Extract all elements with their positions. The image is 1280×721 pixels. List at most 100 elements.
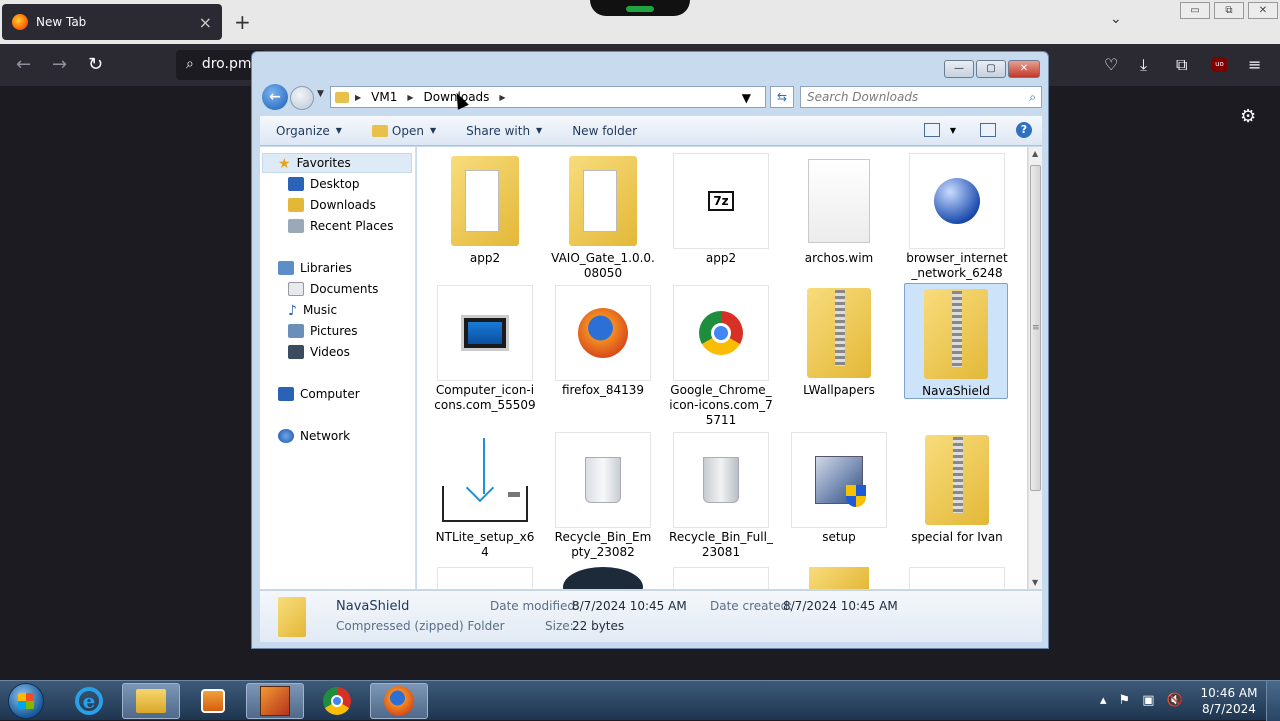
file-item[interactable]: app2 [433, 153, 537, 266]
explorer-maximize-button[interactable]: ▢ [976, 60, 1006, 78]
new-folder-button[interactable]: New folder [572, 124, 637, 138]
list-all-tabs-icon[interactable]: ⌄ [1110, 11, 1122, 27]
explorer-close-button[interactable]: ✕ [1008, 60, 1040, 78]
nav-desktop[interactable]: Desktop [288, 174, 360, 194]
file-item[interactable]: VAIO_Gate_1.0.0.08050 [551, 153, 655, 281]
taskbar-media-player[interactable] [184, 683, 242, 719]
nav-videos[interactable]: Videos [288, 342, 350, 362]
file-item[interactable]: Google_Chrome_icon-icons.com_75711 [669, 285, 773, 428]
tab-close-icon[interactable]: × [199, 13, 212, 32]
recent-pages-dropdown-icon[interactable]: ▼ [317, 89, 324, 99]
preview-pane-icon[interactable] [980, 123, 996, 137]
taskbar-chrome[interactable] [308, 683, 366, 719]
hamburger-menu-icon[interactable]: ≡ [1248, 55, 1261, 74]
download-icon [437, 432, 533, 528]
ublock-origin-icon[interactable]: uo [1212, 57, 1227, 72]
scroll-grip-icon: ≡ [1032, 323, 1040, 333]
explorer-forward-button[interactable] [290, 86, 314, 110]
navigation-pane: ★ Favorites Desktop Downloads Recent Plac… [260, 147, 416, 589]
file-item[interactable]: special for Ivan [905, 432, 1009, 545]
address-bar[interactable]: ▶ VM1 ▶ Downloads ▶ ▼ [330, 86, 766, 108]
explorer-back-button[interactable]: ← [262, 84, 288, 110]
browser-restore-button[interactable]: ⧉ [1214, 2, 1244, 19]
chevron-down-icon: ▼ [335, 126, 342, 135]
folder-icon [555, 153, 651, 249]
nav-favorites[interactable]: ★ Favorites [278, 153, 351, 173]
system-clock[interactable]: 10:46 AM 8/7/2024 [1198, 685, 1260, 717]
organize-button[interactable]: Organize ▼ [276, 124, 342, 138]
new-tab-button[interactable]: + [234, 10, 251, 34]
reload-icon[interactable]: ↻ [88, 54, 103, 75]
help-icon[interactable]: ? [1016, 122, 1032, 138]
nav-music[interactable]: ♪ Music [288, 300, 337, 320]
scroll-down-icon[interactable]: ▼ [1032, 578, 1038, 587]
back-arrow-icon[interactable]: ← [16, 54, 31, 75]
gear-icon[interactable]: ⚙ [1240, 106, 1256, 127]
browser-window-controls: ▭ ⧉ ✕ [1180, 2, 1278, 19]
change-view-icon[interactable] [923, 123, 940, 137]
file-item-partial[interactable] [555, 567, 651, 589]
file-item[interactable]: Computer_icon-icons.com_55509 [433, 285, 537, 413]
downloads-folder-icon [288, 198, 304, 212]
explorer-minimize-button[interactable]: — [944, 60, 974, 78]
scroll-up-icon[interactable]: ▲ [1032, 149, 1038, 158]
start-button[interactable] [8, 683, 44, 719]
desktop-icon [288, 177, 304, 191]
browser-tab-new-tab[interactable]: New Tab × [2, 4, 222, 40]
nav-downloads[interactable]: Downloads [288, 195, 376, 215]
share-with-button[interactable]: Share with ▼ [466, 124, 542, 138]
address-dropdown-icon[interactable]: ▼ [742, 91, 751, 105]
vertical-scrollbar[interactable]: ▲ ≡ ▼ [1028, 147, 1042, 589]
file-item-partial[interactable] [673, 567, 769, 589]
file-item[interactable]: firefox_84139 [551, 285, 655, 398]
file-item-selected[interactable]: NavaShield [904, 283, 1008, 399]
show-hidden-icons-icon[interactable]: ▴ [1100, 693, 1107, 708]
file-item[interactable]: setup [787, 432, 891, 545]
nav-recent-places[interactable]: Recent Places [288, 216, 393, 236]
nav-pictures[interactable]: Pictures [288, 321, 358, 341]
file-item[interactable]: Recycle_Bin_Empty_23082 [551, 432, 655, 560]
file-item[interactable]: archos.wim [787, 153, 891, 266]
folder-icon [437, 153, 533, 249]
file-item[interactable]: browser_internet_network_6248 [905, 153, 1009, 281]
extensions-icon[interactable]: ⧉ [1176, 55, 1187, 75]
breadcrumb-vm1[interactable]: VM1 [371, 90, 397, 104]
file-item-partial[interactable] [437, 567, 533, 589]
nav-libraries[interactable]: Libraries [278, 258, 352, 278]
taskbar-internet-explorer[interactable]: e [60, 683, 118, 719]
browser-tab-strip: New Tab × + ⌄ ▭ ⧉ ✕ [0, 0, 1280, 44]
search-input[interactable]: Search Downloads ⌕ [800, 86, 1042, 108]
taskbar-app-package[interactable] [246, 683, 304, 719]
pocket-icon[interactable]: ♡ [1104, 55, 1118, 74]
chevron-right-icon[interactable]: ▶ [407, 93, 413, 102]
downloads-icon[interactable]: ⤓ [1140, 55, 1147, 75]
refresh-button[interactable]: ⇆ [770, 86, 794, 108]
browser-minimize-button[interactable]: ▭ [1180, 2, 1210, 19]
chevron-down-icon[interactable]: ▼ [950, 126, 956, 135]
taskbar-firefox[interactable] [370, 683, 428, 719]
forward-arrow-icon[interactable]: → [52, 54, 67, 75]
nav-documents[interactable]: Documents [288, 279, 378, 299]
open-button[interactable]: Open ▼ [371, 124, 436, 138]
file-item-partial[interactable] [791, 567, 887, 589]
action-center-flag-icon[interactable]: ⚑ [1119, 693, 1131, 708]
file-item[interactable]: LWallpapers [787, 285, 891, 398]
volume-muted-icon[interactable]: 🔇 [1166, 693, 1182, 708]
file-item[interactable]: Recycle_Bin_Full_23081 [669, 432, 773, 560]
nav-network[interactable]: Network [278, 426, 350, 446]
network-icon[interactable]: ▣ [1142, 693, 1154, 708]
file-item[interactable]: NTLite_setup_x64 [433, 432, 537, 560]
tab-title: New Tab [36, 15, 87, 29]
file-item[interactable]: 7z app2 [669, 153, 773, 266]
taskbar-windows-explorer[interactable] [122, 683, 180, 719]
package-icon [260, 686, 290, 716]
file-item-partial[interactable] [909, 567, 1005, 589]
zip-folder-icon [278, 597, 306, 637]
chevron-right-icon[interactable]: ▶ [355, 93, 361, 102]
nav-computer[interactable]: Computer [278, 384, 360, 404]
show-desktop-button[interactable] [1266, 681, 1280, 721]
new-folder-label: New folder [572, 123, 638, 138]
file-list: app2 VAIO_Gate_1.0.0.08050 7z app2 archo… [417, 147, 1027, 589]
chevron-right-icon[interactable]: ▶ [499, 93, 505, 102]
browser-close-button[interactable]: ✕ [1248, 2, 1278, 19]
